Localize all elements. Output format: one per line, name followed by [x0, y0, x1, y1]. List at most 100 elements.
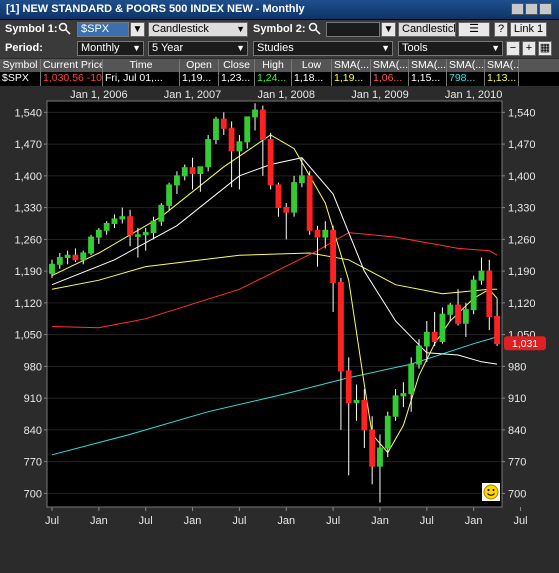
candle-body[interactable] [158, 204, 165, 222]
candle-body[interactable] [275, 184, 282, 209]
candle-body[interactable] [244, 116, 251, 143]
symbol1-dropdown-button[interactable]: ▼ [130, 22, 145, 37]
candle-body[interactable] [64, 254, 71, 259]
chart-type2-select[interactable]: Candlestick [398, 22, 456, 37]
quote-header-cell[interactable]: SMA(... [332, 59, 371, 72]
candle-body[interactable] [470, 279, 477, 311]
candle-body[interactable] [142, 232, 149, 236]
quote-table-row[interactable]: $SPX1,030.56 -10...Fri, Jul 01,...1,19..… [0, 72, 559, 86]
candle-body[interactable] [486, 270, 493, 317]
candle-body[interactable] [345, 370, 352, 404]
candle-body[interactable] [455, 304, 461, 324]
candle-body[interactable] [400, 393, 407, 397]
candle-body[interactable] [205, 139, 212, 168]
search-icon[interactable] [307, 22, 322, 37]
quote-header-cell[interactable]: SMA(... [409, 59, 447, 72]
candle-body[interactable] [447, 304, 454, 315]
candle-body[interactable] [111, 218, 118, 224]
quote-header-cell[interactable]: Time [103, 59, 180, 72]
candle-body[interactable] [462, 309, 469, 324]
candle-body[interactable] [283, 207, 290, 213]
quote-header-cell[interactable]: SMA(... [447, 59, 485, 72]
candle-body[interactable] [252, 109, 258, 118]
candle-body[interactable] [330, 229, 337, 283]
candle-body[interactable] [408, 363, 415, 395]
range-select[interactable]: 5 Year ▼ [148, 41, 248, 56]
search-icon[interactable] [57, 22, 72, 37]
candle-body[interactable] [291, 182, 297, 213]
list-icon[interactable]: ☰ [458, 22, 490, 37]
candle-body[interactable] [150, 220, 157, 234]
candle-body[interactable] [213, 118, 219, 141]
y-tick-label: 910 [24, 393, 42, 405]
candle-body[interactable] [95, 229, 102, 238]
quote-header-cell[interactable]: Close [219, 59, 255, 72]
link-button[interactable]: Link 1 [510, 22, 547, 37]
candle-body[interactable] [353, 399, 360, 404]
quote-header-cell[interactable]: Low [292, 59, 332, 72]
candle-body[interactable] [197, 166, 204, 175]
chart-type-select[interactable]: Candlestick ▼ [148, 22, 248, 37]
quote-header-cell[interactable]: Current Price [41, 59, 103, 72]
candle-body[interactable] [322, 229, 329, 238]
candle-body[interactable] [439, 313, 446, 342]
close-button[interactable] [539, 3, 552, 15]
candle-body[interactable] [338, 281, 344, 372]
candle-body[interactable] [384, 415, 391, 449]
studies-select[interactable]: Studies ▼ [253, 41, 393, 56]
candle-body[interactable] [416, 345, 422, 365]
quote-header-cell[interactable]: High [255, 59, 292, 72]
chart-area[interactable]: 700 700 770 770 840 840 910 910 980 980 1,050 1,050… [0, 87, 559, 570]
help-button[interactable]: ? [494, 22, 508, 37]
candle-body[interactable] [314, 229, 321, 238]
quote-header-cell[interactable]: SMA(... [371, 59, 409, 72]
candle-body[interactable] [166, 184, 173, 206]
x-top-label: Jan 1, 2009 [351, 89, 409, 101]
minimize-button[interactable] [511, 3, 524, 15]
tools-select[interactable]: Tools ▼ [398, 41, 503, 56]
zoom-out-button[interactable]: − [506, 41, 520, 56]
candle-body[interactable] [181, 167, 188, 177]
candle-body[interactable] [494, 315, 501, 345]
symbol2-dropdown-button[interactable]: ▼ [381, 22, 396, 37]
quote-cell: 1,24... [255, 72, 292, 86]
quote-header-cell[interactable]: Open [180, 59, 219, 72]
candle-body[interactable] [392, 395, 399, 417]
candle-body[interactable] [49, 263, 55, 274]
grid-icon[interactable]: ▦ [538, 41, 552, 56]
candlestick-chart[interactable]: 700 700770 770840 840910 910980 9801,050 1,050… [0, 87, 559, 570]
plot-area[interactable] [47, 101, 502, 507]
candle-body[interactable] [103, 222, 110, 231]
candle-body[interactable] [267, 139, 274, 186]
candle-body[interactable] [236, 141, 243, 152]
candle-body[interactable] [88, 236, 94, 254]
y-tick-label: 1,400 [14, 171, 42, 183]
y-tick-label: 1,050 [14, 330, 42, 342]
zoom-in-button[interactable]: + [522, 41, 536, 56]
candle-body[interactable] [189, 167, 196, 175]
candle-body[interactable] [228, 127, 235, 152]
candle-body[interactable] [361, 399, 368, 431]
maximize-button[interactable] [525, 3, 538, 15]
candle-body[interactable] [174, 175, 180, 186]
quote-header-cell[interactable]: Symbol [0, 59, 41, 72]
symbol2-input[interactable] [326, 22, 380, 37]
candle-body[interactable] [72, 254, 79, 261]
candle-body[interactable] [259, 109, 266, 141]
candle-body[interactable] [306, 175, 313, 231]
candle-body[interactable] [369, 429, 376, 467]
symbol1-input[interactable]: $SPX [77, 22, 129, 37]
candle-body[interactable] [298, 175, 305, 184]
candle-body[interactable] [80, 252, 87, 261]
candle-body[interactable] [377, 447, 383, 467]
candle-body[interactable] [423, 331, 430, 347]
candle-body[interactable] [478, 270, 485, 281]
candle-body[interactable] [127, 216, 134, 236]
candle-body[interactable] [134, 234, 141, 237]
candle-body[interactable] [56, 257, 63, 265]
period-select[interactable]: Monthly ▼ [77, 41, 144, 56]
quote-header-cell[interactable]: SMA(... [485, 59, 519, 72]
candle-body[interactable] [119, 216, 126, 220]
candle-body[interactable] [220, 118, 227, 129]
candle-body[interactable] [431, 331, 438, 342]
